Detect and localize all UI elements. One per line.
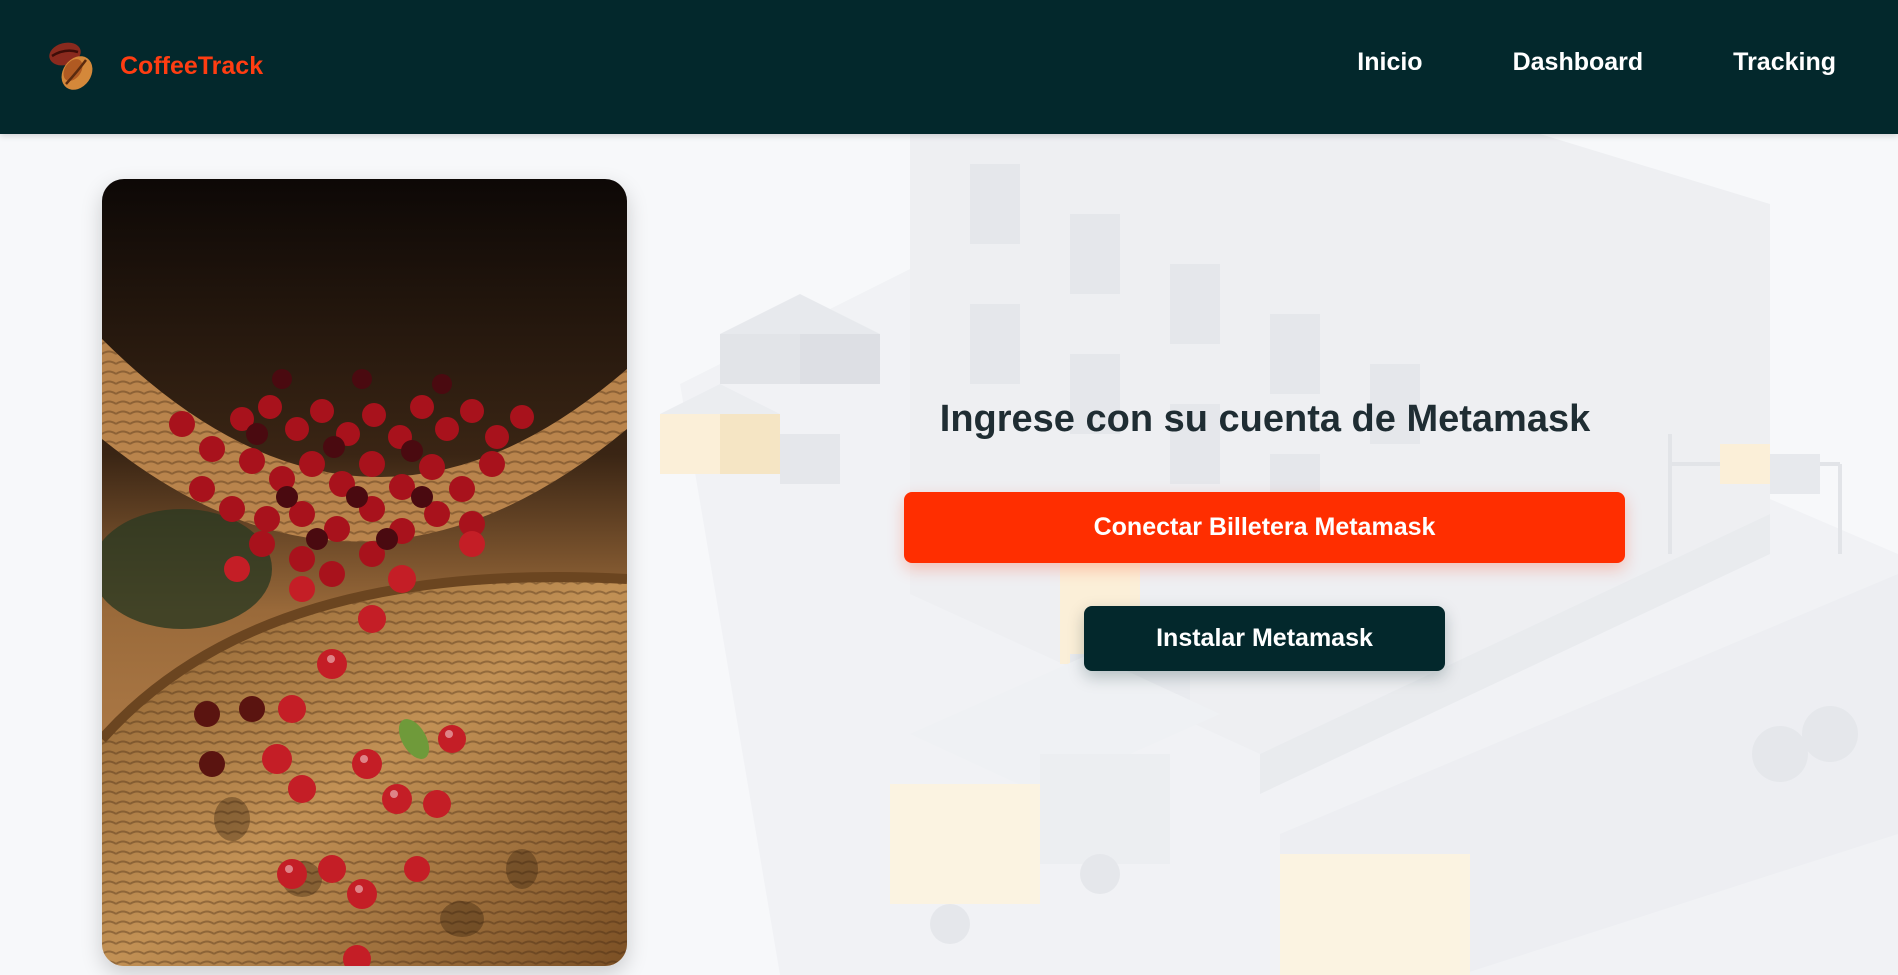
install-metamask-button[interactable]: Instalar Metamask — [1084, 606, 1445, 671]
nav-link-inicio[interactable]: Inicio — [1357, 48, 1422, 77]
login-title: Ingrese con su cuenta de Metamask — [939, 398, 1591, 440]
nav-menu: Inicio Dashboard Tracking — [1357, 48, 1836, 77]
coffee-baskets-image — [102, 179, 627, 966]
connect-metamask-button[interactable]: Conectar Billetera Metamask — [904, 492, 1625, 563]
brand-name: CoffeeTrack — [120, 51, 264, 80]
nav-link-dashboard[interactable]: Dashboard — [1513, 48, 1644, 77]
coffee-beans-icon — [49, 42, 93, 90]
top-navbar: CoffeeTrack Inicio Dashboard Tracking — [0, 0, 1898, 134]
coffee-cherries-photo — [102, 179, 627, 966]
brand-link[interactable]: CoffeeTrack — [46, 40, 263, 92]
nav-link-tracking[interactable]: Tracking — [1733, 48, 1836, 77]
